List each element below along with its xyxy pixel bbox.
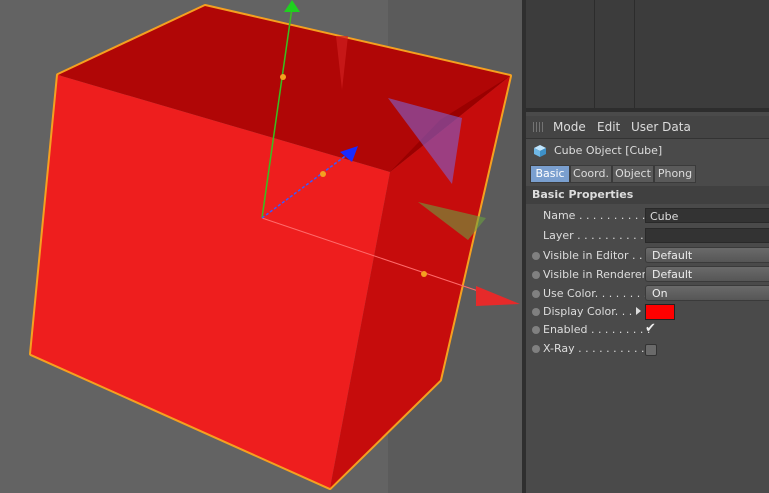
x-axis-handle[interactable] xyxy=(476,286,520,306)
name-label: Name . . . . . . . . . . . xyxy=(543,209,653,222)
property-visible-editor: Visible in Editor . . Default xyxy=(526,247,769,265)
y-axis-handle[interactable] xyxy=(284,0,300,12)
visible-renderer-select[interactable]: Default xyxy=(645,266,769,282)
xray-checkbox[interactable] xyxy=(645,344,657,356)
viewport-scene[interactable] xyxy=(0,0,522,493)
property-enabled: Enabled . . . . . . . . . ✔ xyxy=(526,321,769,339)
attribute-menu-bar: Mode Edit User Data xyxy=(526,116,769,139)
section-title: Basic Properties xyxy=(532,188,634,201)
name-field[interactable]: Cube xyxy=(645,208,769,223)
menu-user-data[interactable]: User Data xyxy=(631,120,691,134)
tab-object[interactable]: Object xyxy=(612,165,654,183)
visible-editor-select[interactable]: Default xyxy=(645,247,769,263)
keyframe-dot[interactable] xyxy=(532,290,540,298)
object-title-row: Cube Object [Cube] xyxy=(526,141,769,161)
tab-coord[interactable]: Coord. xyxy=(570,165,612,183)
keyframe-dot[interactable] xyxy=(532,308,540,316)
tab-basic[interactable]: Basic xyxy=(530,165,570,183)
drag-grip-icon[interactable] xyxy=(533,122,543,132)
y-axis-dot[interactable] xyxy=(280,74,286,80)
property-layer: Layer . . . . . . . . . . . xyxy=(526,227,769,245)
x-axis-dot[interactable] xyxy=(421,271,427,277)
menu-mode[interactable]: Mode xyxy=(553,120,586,134)
property-visible-renderer: Visible in Renderer Default xyxy=(526,266,769,284)
enabled-checkbox[interactable]: ✔ xyxy=(645,321,656,336)
property-name: Name . . . . . . . . . . . Cube xyxy=(526,207,769,225)
property-xray: X-Ray . . . . . . . . . . . xyxy=(526,340,769,358)
expand-arrow-icon[interactable] xyxy=(636,307,641,315)
xray-label: X-Ray . . . . . . . . . . . xyxy=(543,342,652,355)
use-color-select[interactable]: On xyxy=(645,285,769,301)
use-color-label: Use Color. . . . . . . . xyxy=(543,287,648,300)
right-panel: Mode Edit User Data Cube Object [Cube] B… xyxy=(526,0,769,493)
property-use-color: Use Color. . . . . . . . On xyxy=(526,285,769,303)
visible-renderer-label: Visible in Renderer xyxy=(543,268,647,281)
object-manager[interactable] xyxy=(526,0,769,112)
layer-field[interactable] xyxy=(645,228,769,243)
tab-phong[interactable]: Phong xyxy=(654,165,696,183)
section-header[interactable]: Basic Properties xyxy=(526,186,769,204)
object-manager-column xyxy=(594,0,595,108)
visible-editor-label: Visible in Editor . . xyxy=(543,249,643,262)
object-manager-column xyxy=(634,0,635,108)
object-title: Cube Object [Cube] xyxy=(554,144,663,157)
cube-icon xyxy=(534,145,546,157)
z-axis-dot[interactable] xyxy=(320,171,326,177)
enabled-label: Enabled . . . . . . . . . xyxy=(543,323,651,336)
keyframe-dot[interactable] xyxy=(532,345,540,353)
display-color-label: Display Color. . . xyxy=(543,305,633,318)
3d-viewport[interactable] xyxy=(0,0,522,493)
keyframe-dot[interactable] xyxy=(532,326,540,334)
property-display-color: Display Color. . . xyxy=(526,303,769,321)
manager-separator[interactable] xyxy=(526,108,769,112)
display-color-swatch[interactable] xyxy=(645,304,675,320)
keyframe-dot[interactable] xyxy=(532,252,540,260)
keyframe-dot[interactable] xyxy=(532,271,540,279)
layer-label: Layer . . . . . . . . . . . xyxy=(543,229,651,242)
menu-edit[interactable]: Edit xyxy=(597,120,620,134)
